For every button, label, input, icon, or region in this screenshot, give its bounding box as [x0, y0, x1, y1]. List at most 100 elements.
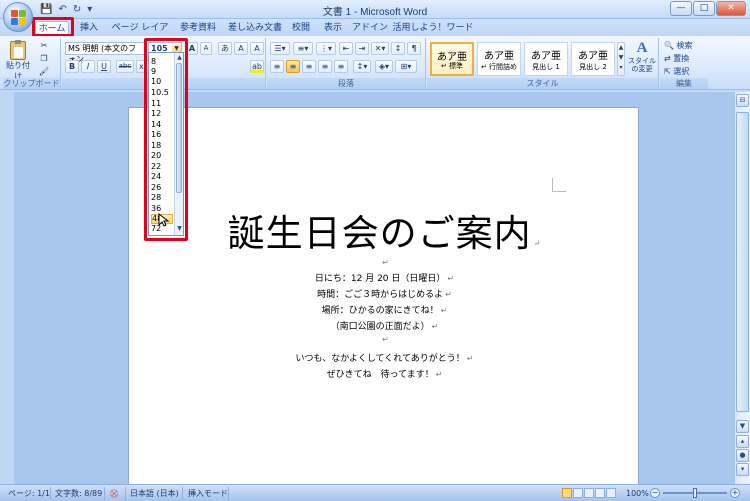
style-heading-2[interactable]: あア亜 見出し 2 — [571, 42, 615, 76]
tab-mailings[interactable]: 差し込み文書 — [226, 21, 284, 36]
scroll-thumb[interactable] — [736, 112, 749, 412]
change-styles-button[interactable]: A スタイルの変更 — [627, 40, 657, 76]
sort-button[interactable]: ↕ — [391, 42, 405, 55]
font-size-dropdown-list[interactable]: 8 9 10 10.5 11 12 14 16 18 20 22 24 26 2… — [148, 52, 184, 236]
decrease-indent-button[interactable]: ⇤ — [339, 42, 353, 55]
doc-line-date[interactable]: 日にち：12 月 20 日（日曜日） ↵ — [129, 271, 640, 284]
close-button[interactable]: ✕ — [716, 1, 746, 16]
tab-page-layout[interactable]: ページ レイアウト — [108, 21, 172, 48]
style-heading-1[interactable]: あア亜 見出し 1 — [524, 42, 568, 76]
underline-button[interactable]: U — [97, 60, 111, 73]
proofing-icon[interactable]: ⛒ — [110, 488, 118, 499]
language-indicator[interactable]: 日本語 (日本) — [130, 488, 179, 499]
next-page-icon[interactable]: ▾ — [736, 463, 749, 476]
multilevel-list-button[interactable]: ⋮▾ — [316, 42, 336, 55]
browse-object-icon[interactable]: ● — [736, 449, 749, 462]
justify-button[interactable]: ≡ — [318, 60, 332, 73]
font-size-list-scrollbar[interactable]: ▲ ▼ — [174, 53, 183, 235]
select-button[interactable]: ⇱ 選択 — [664, 66, 689, 77]
font-name-combo[interactable]: MS 明朝 (本文のフォン — [65, 42, 145, 64]
document-title[interactable]: 誕生日会のご案内 ↵ — [129, 203, 640, 257]
borders-button[interactable]: ⊞▾ — [395, 60, 417, 73]
bold-button[interactable]: B — [65, 60, 79, 73]
italic-button[interactable]: I — [81, 60, 95, 73]
style-no-spacing[interactable]: あア亜 ↵ 行間詰め — [477, 42, 521, 76]
align-right-button[interactable]: ≡ — [302, 60, 316, 73]
vertical-scrollbar[interactable]: ⊟ ▼ ▴ ● ▾ — [734, 92, 750, 484]
prev-page-icon[interactable]: ▴ — [736, 435, 749, 448]
zoom-out-icon[interactable]: − — [650, 488, 660, 498]
phonetic-guide-button[interactable]: あ — [218, 42, 232, 55]
zoom-slider-thumb[interactable] — [693, 488, 697, 498]
doc-line-invite[interactable]: ぜひきてね 待ってます！ ↵ — [129, 367, 640, 380]
font-size-option[interactable]: 14 — [151, 120, 173, 130]
font-size-option[interactable]: 9 — [151, 67, 173, 77]
style-name: 見出し 1 — [532, 63, 560, 71]
scroll-down-icon[interactable]: ▼ — [736, 420, 749, 433]
cut-icon[interactable]: ✂ — [37, 40, 51, 53]
font-size-option[interactable]: 20 — [151, 151, 173, 161]
minimize-button[interactable]: — — [670, 1, 692, 16]
zoom-level[interactable]: 100% — [626, 488, 649, 499]
tab-insert[interactable]: 挿入 — [74, 21, 104, 36]
asian-layout-button[interactable]: ✕▾ — [371, 42, 389, 55]
strikethrough-button[interactable]: abc — [116, 60, 134, 73]
shrink-font-button[interactable]: A — [200, 42, 212, 55]
insert-mode-indicator[interactable]: 挿入モード — [188, 488, 228, 499]
scroll-down-icon[interactable]: ▼ — [176, 225, 183, 233]
tab-addins[interactable]: アドイン — [352, 21, 388, 36]
doc-line-thanks[interactable]: いつも、なかよくしてくれてありがとう！ ↵ — [129, 351, 640, 364]
show-marks-button[interactable]: ¶ — [407, 42, 421, 55]
doc-line-text: 日にち：12 月 20 日（日曜日） — [314, 274, 446, 284]
font-size-option[interactable]: 16 — [151, 130, 173, 140]
doc-line-place[interactable]: 場所：ひかるの家にきてね！ ↵ — [129, 303, 640, 316]
shading-button[interactable]: ◈▾ — [375, 60, 393, 73]
doc-line-time[interactable]: 時間：ごご３時からはじめるよ ↵ — [129, 287, 640, 300]
page-indicator[interactable]: ページ: 1/1 — [8, 488, 50, 499]
copy-icon[interactable]: ❐ — [37, 53, 51, 66]
doc-line-place-note[interactable]: （南口公園の正面だよ） ↵ — [129, 319, 640, 332]
print-layout-view-icon[interactable] — [562, 488, 572, 498]
font-size-option[interactable]: 28 — [151, 193, 173, 203]
draft-view-icon[interactable] — [606, 488, 616, 498]
styles-scroll-icon[interactable]: ▲ ▼ ▾ — [617, 42, 625, 76]
font-size-option[interactable]: 26 — [151, 183, 173, 193]
document-page[interactable]: 誕生日会のご案内 ↵ ↵ 日にち：12 月 20 日（日曜日） ↵ 時間：ごご３時か… — [128, 107, 639, 487]
font-size-option[interactable]: 11 — [151, 99, 173, 109]
numbering-button[interactable]: ≡▾ — [293, 42, 313, 55]
font-size-option[interactable]: 12 — [151, 109, 173, 119]
tab-references[interactable]: 参考資料 — [176, 21, 220, 36]
font-size-option[interactable]: 24 — [151, 172, 173, 182]
outline-view-icon[interactable] — [595, 488, 605, 498]
increase-indent-button[interactable]: ⇥ — [355, 42, 369, 55]
font-size-option[interactable]: 10 — [151, 77, 173, 87]
web-layout-view-icon[interactable] — [584, 488, 594, 498]
font-size-option[interactable]: 18 — [151, 141, 173, 151]
line-spacing-button[interactable]: ↕▾ — [353, 60, 371, 73]
align-center-button[interactable]: ≡ — [286, 60, 300, 73]
char-border-button[interactable]: A — [234, 42, 248, 55]
paste-button[interactable]: 貼り付け — [5, 40, 31, 81]
font-size-option[interactable]: 10.5 — [151, 88, 173, 98]
font-size-option[interactable]: 22 — [151, 162, 173, 172]
distributed-button[interactable]: ≡ — [334, 60, 348, 73]
full-screen-view-icon[interactable] — [573, 488, 583, 498]
office-button[interactable] — [3, 2, 33, 32]
zoom-in-icon[interactable]: + — [730, 488, 740, 498]
font-size-option[interactable]: 8 — [151, 57, 173, 67]
maximize-button[interactable]: □ — [693, 1, 715, 16]
replace-button[interactable]: ⇄ 置換 — [664, 53, 689, 64]
scroll-up-icon[interactable]: ▲ — [176, 54, 183, 62]
tab-custom[interactable]: 活用しよう！ワード — [392, 21, 474, 36]
align-left-button[interactable]: ≡ — [270, 60, 284, 73]
tab-view[interactable]: 表示 — [320, 21, 346, 36]
style-normal[interactable]: あア亜 ↵ 標準 — [430, 42, 474, 76]
tab-review[interactable]: 校閲 — [288, 21, 314, 36]
ruler-toggle-icon[interactable]: ⊟ — [736, 94, 749, 107]
word-count[interactable]: 文字数: 8/89 — [55, 488, 102, 499]
bullets-button[interactable]: ☰▾ — [270, 42, 290, 55]
text-highlight-button[interactable]: ab — [250, 60, 264, 73]
font-size-list-thumb[interactable] — [176, 63, 182, 193]
enclose-char-button[interactable]: A — [250, 42, 264, 55]
find-button[interactable]: 🔍 検索 — [664, 40, 693, 51]
